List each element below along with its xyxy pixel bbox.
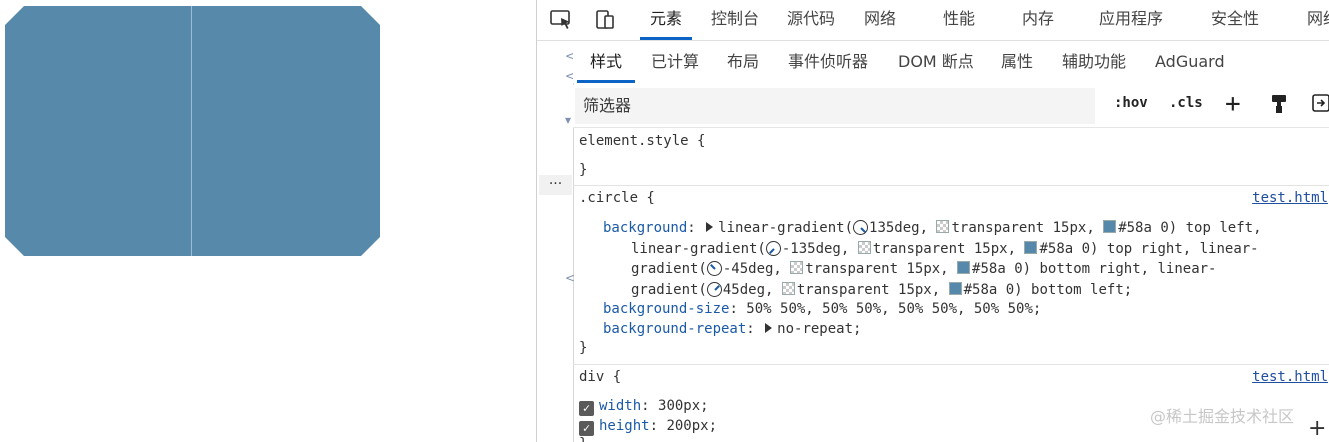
property-name[interactable]: height bbox=[599, 418, 650, 434]
circle-selector[interactable]: .circle { bbox=[579, 190, 655, 206]
subtab-computed[interactable]: 已计算 bbox=[651, 41, 699, 83]
device-emulation-icon[interactable] bbox=[593, 9, 617, 31]
source-link[interactable]: test.html bbox=[1252, 369, 1328, 385]
toggle-sidebar-icon[interactable] bbox=[1311, 93, 1329, 117]
property-value[interactable]: -135deg, bbox=[782, 241, 849, 257]
div-selector[interactable]: div { bbox=[579, 369, 621, 385]
angle-clock-icon[interactable] bbox=[853, 220, 869, 235]
angle-clock-icon[interactable] bbox=[706, 282, 722, 297]
property-value[interactable]: transparent 15px, bbox=[797, 282, 940, 298]
rule-close-brace: } bbox=[579, 162, 588, 178]
styles-subtabbar: 样式 已计算 布局 事件侦听器 DOM 断点 属性 辅助功能 AdGuard bbox=[573, 41, 1329, 83]
checkbox-checked-icon[interactable]: ✓ bbox=[579, 401, 594, 416]
property-value[interactable]: 200px; bbox=[666, 418, 717, 434]
property-value[interactable]: #58a 0) bottom left; bbox=[964, 282, 1133, 298]
property-value[interactable]: linear-gradient( bbox=[631, 241, 766, 257]
color-swatch[interactable] bbox=[948, 282, 962, 295]
property-value[interactable]: -45deg, bbox=[723, 261, 782, 277]
color-swatch-transparent[interactable] bbox=[857, 241, 871, 254]
color-swatch[interactable] bbox=[1024, 241, 1038, 254]
property-value[interactable]: gradient( bbox=[631, 282, 707, 298]
rule-close-brace: } bbox=[579, 436, 587, 442]
property-value[interactable]: #58a 0) bottom right, linear- bbox=[972, 261, 1216, 277]
rendered-preview bbox=[0, 0, 536, 442]
background-declaration: background: linear-gradient(135deg, tran… bbox=[603, 220, 1262, 236]
subtab-adguard[interactable]: AdGuard bbox=[1155, 41, 1225, 83]
tab-elements[interactable]: 元素 bbox=[639, 0, 693, 40]
dom-tree-strip: < < ▾ ··· < bbox=[537, 41, 575, 442]
color-swatch-transparent[interactable] bbox=[781, 282, 795, 295]
hov-button[interactable]: :hov bbox=[1114, 95, 1148, 111]
plus-icon: + bbox=[1308, 416, 1327, 441]
tab-sources[interactable]: 源代码 bbox=[787, 0, 835, 40]
tab-network[interactable]: 网络 bbox=[864, 0, 896, 40]
property-value[interactable]: gradient( bbox=[631, 261, 707, 277]
tab-security[interactable]: 安全性 bbox=[1211, 0, 1259, 40]
property-value[interactable]: 50% 50%, 50% 50%, 50% 50%, 50% 50%; bbox=[746, 301, 1041, 317]
background-size-declaration: background-size: 50% 50%, 50% 50%, 50% 5… bbox=[603, 301, 1042, 317]
color-swatch[interactable] bbox=[1103, 220, 1117, 233]
background-repeat-declaration: background-repeat: no-repeat; bbox=[603, 321, 862, 337]
height-declaration: ✓ height: 200px; bbox=[579, 418, 717, 436]
subtab-event-listeners[interactable]: 事件侦听器 bbox=[788, 41, 868, 83]
property-value[interactable]: #58a 0) top right, linear- bbox=[1039, 241, 1258, 257]
styles-pane: element.style { } .circle { test.html ba… bbox=[573, 128, 1329, 442]
angle-clock-icon[interactable] bbox=[765, 241, 781, 256]
property-value[interactable]: linear-gradient( bbox=[718, 220, 853, 236]
subtab-dom-breakpoints[interactable]: DOM 断点 bbox=[898, 41, 974, 83]
devtools-top-tabbar: 元素 控制台 源代码 网络 性能 内存 应用程序 安全性 网络 bbox=[537, 0, 1329, 41]
color-swatch[interactable] bbox=[957, 261, 971, 274]
subtab-layout[interactable]: 布局 bbox=[727, 41, 759, 83]
checkbox-checked-icon[interactable]: ✓ bbox=[579, 421, 594, 436]
paint-brush-icon[interactable] bbox=[1270, 93, 1288, 119]
element-style-selector[interactable]: element.style { bbox=[579, 133, 705, 149]
circle-element-preview bbox=[5, 6, 380, 256]
property-value[interactable]: 300px; bbox=[658, 398, 709, 414]
color-swatch-transparent[interactable] bbox=[936, 220, 950, 233]
filter-input[interactable]: 筛选器 bbox=[575, 88, 1095, 124]
circle-rule: .circle { test.html background: linear-g… bbox=[573, 186, 1329, 365]
styles-filter-row: 筛选器 :hov .cls + bbox=[573, 85, 1329, 128]
background-value-line: gradient( -45deg, transparent 15px, #58a … bbox=[631, 261, 1216, 277]
property-value[interactable]: transparent 15px, bbox=[805, 261, 948, 277]
property-value[interactable]: transparent 15px, bbox=[873, 241, 1016, 257]
background-value-line: gradient( 45deg, transparent 15px, #58a 0… bbox=[631, 282, 1132, 298]
property-value[interactable]: transparent 15px, bbox=[951, 220, 1094, 236]
dom-node-glyph: ▾ bbox=[565, 113, 572, 127]
background-value-line: linear-gradient( -135deg, transparent 15p… bbox=[631, 241, 1259, 257]
inspect-element-icon[interactable] bbox=[549, 9, 573, 31]
cls-button[interactable]: .cls bbox=[1169, 95, 1203, 111]
devtools-panel: 元素 控制台 源代码 网络 性能 内存 应用程序 安全性 网络 < < ▾ ··… bbox=[536, 0, 1329, 442]
tab-application[interactable]: 应用程序 bbox=[1099, 0, 1163, 40]
property-name[interactable]: background-repeat bbox=[603, 321, 746, 337]
property-name[interactable]: background-size bbox=[603, 301, 729, 317]
property-value[interactable]: 135deg, bbox=[869, 220, 928, 236]
expand-triangle-icon[interactable] bbox=[765, 323, 773, 333]
expand-triangle-icon[interactable] bbox=[706, 222, 714, 232]
subtab-styles[interactable]: 样式 bbox=[576, 41, 636, 83]
tab-performance[interactable]: 性能 bbox=[943, 0, 975, 40]
width-declaration: ✓ width: 300px; bbox=[579, 398, 709, 416]
property-name[interactable]: background bbox=[603, 220, 687, 236]
rule-close-brace: } bbox=[579, 340, 588, 356]
color-swatch-transparent[interactable] bbox=[790, 261, 804, 274]
tab-memory[interactable]: 内存 bbox=[1022, 0, 1054, 40]
angle-clock-icon[interactable] bbox=[706, 261, 722, 276]
source-link[interactable]: test.html bbox=[1252, 190, 1328, 206]
tab-network-overflow[interactable]: 网络 bbox=[1307, 0, 1329, 40]
property-value[interactable]: 45deg, bbox=[723, 282, 774, 298]
more-options-icon[interactable]: ··· bbox=[539, 175, 572, 195]
new-style-rule-icon[interactable]: + bbox=[1225, 89, 1241, 119]
watermark-text: @稀土掘金技术社区 bbox=[1150, 407, 1295, 426]
subtab-accessibility[interactable]: 辅助功能 bbox=[1062, 41, 1126, 83]
tab-console[interactable]: 控制台 bbox=[711, 0, 759, 40]
property-value[interactable]: no-repeat; bbox=[777, 321, 861, 337]
property-value[interactable]: #58a 0) top left, bbox=[1118, 220, 1261, 236]
element-style-rule: element.style { } bbox=[573, 128, 1329, 186]
subtab-properties[interactable]: 属性 bbox=[1001, 41, 1033, 83]
gradient-seam bbox=[191, 6, 192, 256]
property-name[interactable]: width bbox=[599, 398, 641, 414]
